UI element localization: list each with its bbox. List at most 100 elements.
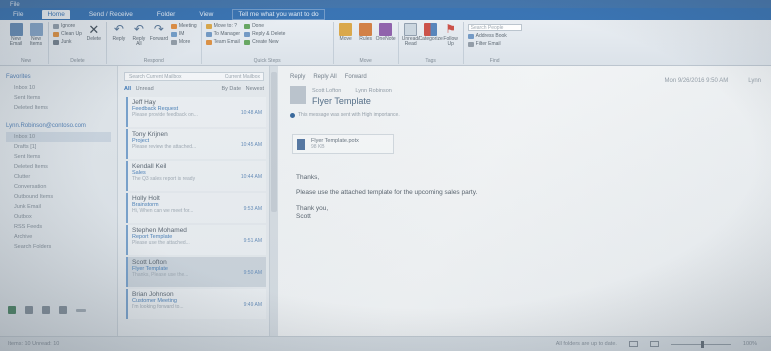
delete-button[interactable]: ✕ Delete (86, 23, 102, 42)
reading-reply-button[interactable]: Reply (290, 74, 305, 80)
folder-outbox[interactable]: Outbox (6, 212, 111, 222)
sort-control[interactable]: By Date Newest (221, 86, 264, 92)
ribbon-group-respond: ↶ Reply ↶ Reply All ↷ Forward Meeting IM… (107, 22, 202, 64)
zoom-slider-knob[interactable] (700, 340, 704, 348)
follow-up-button[interactable]: ⚑ Follow Up (443, 23, 459, 48)
meeting-button[interactable]: Meeting (170, 23, 197, 29)
folder-conversation[interactable]: Conversation (6, 182, 111, 192)
view-reading-icon[interactable] (649, 341, 659, 347)
zoom-level[interactable]: 100% (743, 341, 757, 347)
filter-all[interactable]: All Unread (124, 86, 154, 92)
favorite-deleted-items[interactable]: Deleted Items (6, 103, 111, 113)
rules-icon (359, 23, 373, 36)
favorite-inbox[interactable]: Inbox 10 (6, 83, 111, 93)
list-item[interactable]: Stephen Mohamed Report Template Please u… (126, 225, 266, 255)
attachment-chip[interactable]: Flyer Template.potx 98 KB (292, 134, 394, 154)
folder-junk[interactable]: Junk Email (6, 202, 111, 212)
move-button[interactable]: Move (338, 23, 354, 42)
list-item[interactable]: Kendall Keil Sales The Q3 sales report i… (126, 161, 266, 191)
address-book-button[interactable]: Address Book (467, 33, 522, 39)
people-icon[interactable] (42, 306, 50, 314)
favorite-sent-items[interactable]: Sent Items (6, 93, 111, 103)
onenote-button[interactable]: OneNote (376, 23, 396, 42)
forward-button[interactable]: ↷ Forward (150, 23, 168, 42)
tab-file[interactable]: File (8, 10, 28, 19)
folder-inbox[interactable]: Inbox 10 (6, 132, 111, 142)
status-right: All folders are up to date. 100% (556, 340, 757, 348)
account-header[interactable]: Lynn.Robinson@contoso.com (6, 123, 111, 129)
folder-deleted-items[interactable]: Deleted Items (6, 162, 111, 172)
folder-clutter[interactable]: Clutter (6, 172, 111, 182)
reading-reply-all-button[interactable]: Reply All (313, 74, 336, 80)
tab-home[interactable]: Home (42, 9, 70, 19)
message-from: Tony Krijnen (132, 131, 168, 138)
view-normal-icon[interactable] (628, 341, 638, 347)
new-items-button[interactable]: New Items (28, 23, 44, 48)
new-email-button[interactable]: New Email (8, 23, 24, 48)
tell-me-box[interactable]: Tell me what you want to do (232, 8, 325, 20)
envelope-icon (404, 23, 418, 36)
sender-name[interactable]: Scott Lofton (312, 88, 341, 94)
folder-outbound[interactable]: Outbound Items (6, 192, 111, 202)
rules-button[interactable]: Rules (358, 23, 374, 42)
more-respond-button[interactable]: More (170, 39, 197, 45)
filter-email-button[interactable]: Filter Email (467, 41, 522, 47)
filter-unread-label[interactable]: Unread (136, 86, 154, 92)
tasks-icon[interactable] (59, 306, 67, 314)
folder-sent-items[interactable]: Sent Items (6, 152, 111, 162)
list-item[interactable]: Tony Krijnen Project Please review the a… (126, 129, 266, 159)
group-label-tags: Tags (425, 58, 436, 64)
qs-team-email[interactable]: Team Email (205, 39, 240, 45)
qs-create-new[interactable]: Create New (244, 39, 285, 45)
qs-to-manager[interactable]: To Manager (205, 31, 241, 37)
search-people-input[interactable]: Search People (467, 24, 522, 31)
list-item-selected[interactable]: Scott Lofton Flyer Template Thanks, Plea… (126, 257, 266, 287)
folder-archive[interactable]: Archive (6, 232, 111, 242)
reply-all-button[interactable]: ↶ Reply All (131, 23, 147, 48)
message-time: 9:53 AM (243, 206, 262, 212)
zoom-slider[interactable] (670, 340, 731, 348)
categorize-button[interactable]: Categorize (419, 23, 443, 42)
reply-all-label: Reply All (132, 36, 146, 48)
tab-view[interactable]: View (194, 10, 218, 19)
find-buttons: Search People Address Book Filter Email (467, 23, 522, 47)
search-input[interactable]: Search Current Mailbox Current Mailbox (124, 72, 264, 81)
tab-folder[interactable]: Folder (152, 10, 180, 19)
message-list-scrollbar[interactable] (270, 66, 278, 351)
clean-up-button[interactable]: Clean Up (53, 31, 82, 37)
info-text: This message was sent with High importan… (298, 112, 400, 118)
attachment-size: 98 KB (311, 144, 325, 150)
folder-rss[interactable]: RSS Feeds (6, 222, 111, 232)
group-label-move: Move (359, 58, 372, 64)
module-switcher (0, 302, 118, 318)
qs-done[interactable]: Done (244, 23, 285, 29)
mail-icon[interactable] (8, 306, 16, 314)
ribbon-group-tags: Unread/ Read Categorize ⚑ Follow Up Tags (399, 22, 464, 64)
more-modules-icon[interactable] (76, 308, 86, 312)
reply-delete-icon (244, 31, 251, 37)
reply-icon: ↶ (113, 22, 124, 36)
unread-read-button[interactable]: Unread/ Read (402, 23, 420, 48)
body-greeting: Thanks, (296, 174, 320, 181)
junk-button[interactable]: Junk (53, 39, 82, 45)
calendar-icon[interactable] (25, 306, 33, 314)
im-button[interactable]: IM (170, 31, 197, 37)
qs-to-manager-label: To Manager (213, 31, 241, 37)
list-item[interactable]: Brian Johnson Customer Meeting I'm looki… (126, 289, 266, 319)
favorites-header[interactable]: Favorites (6, 74, 111, 80)
scroll-thumb[interactable] (271, 72, 277, 212)
qs-move-to[interactable]: Move to: ? (205, 23, 240, 29)
reply-button[interactable]: ↶ Reply (111, 23, 127, 42)
list-item[interactable]: Jeff Hay Feedback Request Please provide… (126, 97, 266, 127)
recipient-name[interactable]: Lynn Robinson (355, 88, 392, 94)
tab-send-receive[interactable]: Send / Receive (84, 10, 138, 19)
folder-drafts[interactable]: Drafts [1] (6, 142, 111, 152)
ignore-button[interactable]: Ignore (53, 23, 82, 29)
reading-actions: Reply Reply All Forward (290, 74, 367, 80)
reading-forward-button[interactable]: Forward (345, 74, 367, 80)
search-scope[interactable]: Current Mailbox (225, 74, 263, 80)
qs-reply-delete[interactable]: Reply & Delete (244, 31, 285, 37)
new-items-icon (29, 23, 43, 36)
list-item[interactable]: Holly Holt Brainstorm Hi, When can we me… (126, 193, 266, 223)
folder-search-folders[interactable]: Search Folders (6, 242, 111, 252)
